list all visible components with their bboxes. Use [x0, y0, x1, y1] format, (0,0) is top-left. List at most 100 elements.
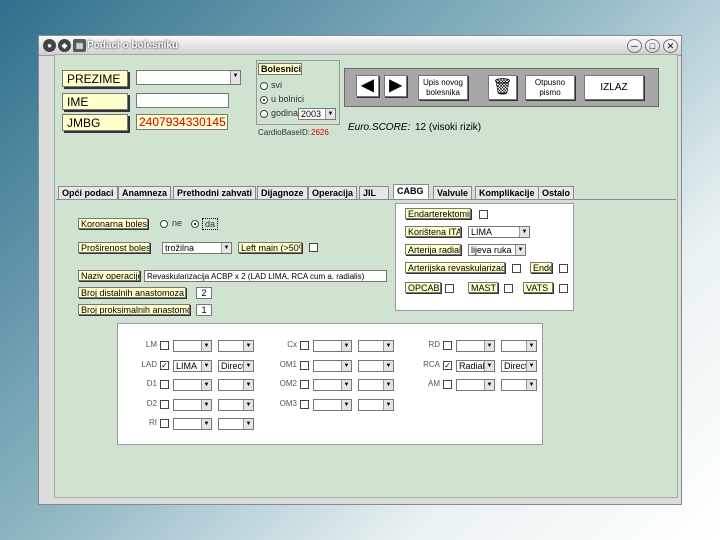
- tab-jil[interactable]: JIL: [359, 186, 389, 200]
- graft-type-combo-col2-3[interactable]: ▼: [313, 398, 352, 411]
- tab-prethodni-zahvati[interactable]: Prethodni zahvati: [173, 186, 257, 200]
- chevron-down-icon[interactable]: ▼: [201, 341, 211, 351]
- ime-input[interactable]: [136, 93, 229, 108]
- tab-cabg[interactable]: CABG: [393, 184, 429, 199]
- graft-checkbox-col1-4[interactable]: [160, 419, 169, 428]
- chevron-down-icon[interactable]: ▼: [526, 380, 536, 390]
- graft-anastomosis-combo-col3-1[interactable]: Direct ▼: [501, 359, 537, 372]
- chevron-down-icon[interactable]: ▼: [526, 341, 536, 351]
- u-bolnici-radio[interactable]: [260, 96, 268, 104]
- exit-button[interactable]: IZLAZ: [584, 75, 644, 100]
- tab-ostalo[interactable]: Ostalo: [538, 186, 575, 200]
- chevron-down-icon[interactable]: ▼: [341, 360, 351, 371]
- discharge-letter-button[interactable]: Otpusno pismo: [525, 75, 575, 100]
- graft-checkbox-col1-2[interactable]: [160, 380, 169, 389]
- graft-type-combo-col1-2[interactable]: ▼: [173, 379, 212, 391]
- leftmain-checkbox[interactable]: [309, 243, 318, 252]
- prezime-dropdown-icon[interactable]: ▼: [230, 71, 240, 84]
- maximize-button[interactable]: □: [645, 39, 660, 53]
- new-patient-button[interactable]: Upis novog bolesnika: [418, 75, 468, 100]
- graft-checkbox-col2-2[interactable]: [300, 380, 309, 389]
- chevron-down-icon[interactable]: ▼: [383, 341, 393, 351]
- chevron-down-icon[interactable]: ▼: [243, 399, 253, 410]
- graft-anastomosis-combo-col3-0[interactable]: ▼: [501, 340, 537, 352]
- chevron-down-icon[interactable]: ▼: [201, 360, 211, 371]
- opcab-checkbox[interactable]: [445, 284, 454, 293]
- graft-checkbox-col2-0[interactable]: [300, 341, 309, 350]
- svi-radio[interactable]: [260, 82, 268, 90]
- tab-operacija[interactable]: Operacija: [308, 186, 358, 200]
- arrow-left-icon[interactable]: ◀: [356, 75, 379, 97]
- year-combo[interactable]: 2003 ▼: [298, 108, 336, 120]
- graft-type-combo-col1-1[interactable]: LIMA ▼: [173, 359, 212, 372]
- endo-checkbox[interactable]: [559, 264, 568, 273]
- distalne-input[interactable]: 2: [196, 287, 212, 299]
- tab-opci-podaci[interactable]: Opći podaci: [58, 186, 118, 200]
- chevron-down-icon[interactable]: ▼: [526, 360, 536, 371]
- graft-anastomosis-combo-col1-3[interactable]: ▼: [218, 398, 254, 411]
- chevron-down-icon[interactable]: ▼: [341, 399, 351, 410]
- graft-type-combo-col3-0[interactable]: ▼: [456, 340, 495, 352]
- arterija-radialis-dropdown-icon[interactable]: ▼: [515, 245, 525, 255]
- chevron-down-icon[interactable]: ▼: [201, 399, 211, 410]
- chevron-down-icon[interactable]: ▼: [201, 380, 211, 390]
- chevron-down-icon[interactable]: ▼: [383, 380, 393, 390]
- tab-komplikacije[interactable]: Komplikacije: [475, 186, 539, 200]
- chevron-down-icon[interactable]: ▼: [341, 341, 351, 351]
- endarterektomija-checkbox[interactable]: [479, 210, 488, 219]
- graft-type-combo-col2-2[interactable]: ▼: [313, 379, 352, 391]
- arrow-right-icon[interactable]: ▶: [384, 75, 407, 97]
- godina-radio[interactable]: [260, 110, 268, 118]
- arterija-radialis-combo[interactable]: lijeva ruka ▼: [468, 244, 526, 256]
- tab-dijagnoze[interactable]: Dijagnoze: [257, 186, 308, 200]
- graft-checkbox-col2-1[interactable]: [300, 360, 309, 370]
- chevron-down-icon[interactable]: ▼: [484, 341, 494, 351]
- graft-anastomosis-combo-col3-2[interactable]: ▼: [501, 379, 537, 391]
- chevron-down-icon[interactable]: ▼: [243, 341, 253, 351]
- graft-checkbox-col1-1[interactable]: ✓: [160, 360, 169, 370]
- prosirenost-combo[interactable]: trožilna ▼: [162, 242, 232, 254]
- graft-anastomosis-combo-col1-2[interactable]: ▼: [218, 379, 254, 391]
- graft-checkbox-col3-1[interactable]: ✓: [443, 360, 452, 370]
- app-icon[interactable]: ●: [43, 39, 56, 52]
- chevron-down-icon[interactable]: ▼: [383, 399, 393, 410]
- chevron-down-icon[interactable]: ▼: [484, 380, 494, 390]
- chevron-down-icon[interactable]: ▼: [341, 380, 351, 390]
- koronarna-da-radio[interactable]: [191, 220, 199, 228]
- graft-type-combo-col2-1[interactable]: ▼: [313, 359, 352, 372]
- koronarna-ne-radio[interactable]: [160, 220, 168, 228]
- graft-type-combo-col3-2[interactable]: ▼: [456, 379, 495, 391]
- graft-checkbox-col1-3[interactable]: [160, 399, 169, 409]
- graft-checkbox-col2-3[interactable]: [300, 399, 309, 409]
- chevron-down-icon[interactable]: ▼: [243, 419, 253, 429]
- proksimalne-input[interactable]: 1: [196, 304, 212, 316]
- graft-anastomosis-combo-col2-1[interactable]: ▼: [358, 359, 394, 372]
- pin-icon[interactable]: ◆: [58, 39, 71, 52]
- graft-anastomosis-combo-col1-0[interactable]: ▼: [218, 340, 254, 352]
- chevron-down-icon[interactable]: ▼: [484, 360, 494, 371]
- graft-type-combo-col1-3[interactable]: ▼: [173, 398, 212, 411]
- vats-checkbox[interactable]: [559, 284, 568, 293]
- mast-checkbox[interactable]: [504, 284, 513, 293]
- graft-type-combo-col1-0[interactable]: ▼: [173, 340, 212, 352]
- chevron-down-icon[interactable]: ▼: [383, 360, 393, 371]
- jmbg-input[interactable]: 2407934330145: [136, 114, 228, 130]
- prosirenost-dropdown-icon[interactable]: ▼: [221, 243, 231, 253]
- graft-anastomosis-combo-col2-3[interactable]: ▼: [358, 398, 394, 411]
- naziv-operacije-input[interactable]: Revaskularizacija ACBP x 2 (LAD LIMA, RC…: [144, 270, 387, 282]
- graft-type-combo-col1-4[interactable]: ▼: [173, 418, 212, 430]
- prezime-combo[interactable]: ▼: [136, 70, 241, 85]
- year-dropdown-icon[interactable]: ▼: [325, 109, 335, 119]
- graft-anastomosis-combo-col2-0[interactable]: ▼: [358, 340, 394, 352]
- trash-icon[interactable]: 🗑: [488, 75, 517, 100]
- close-button[interactable]: ✕: [663, 39, 678, 53]
- graft-checkbox-col1-0[interactable]: [160, 341, 169, 350]
- chevron-down-icon[interactable]: ▼: [243, 360, 253, 371]
- graft-checkbox-col3-2[interactable]: [443, 380, 452, 389]
- koristena-ita-combo[interactable]: LIMA ▼: [468, 226, 530, 238]
- chevron-down-icon[interactable]: ▼: [201, 419, 211, 429]
- graft-type-combo-col2-0[interactable]: ▼: [313, 340, 352, 352]
- minimize-button[interactable]: ─: [627, 39, 642, 53]
- graft-checkbox-col3-0[interactable]: [443, 341, 452, 350]
- tab-valvule[interactable]: Valvule: [433, 186, 473, 200]
